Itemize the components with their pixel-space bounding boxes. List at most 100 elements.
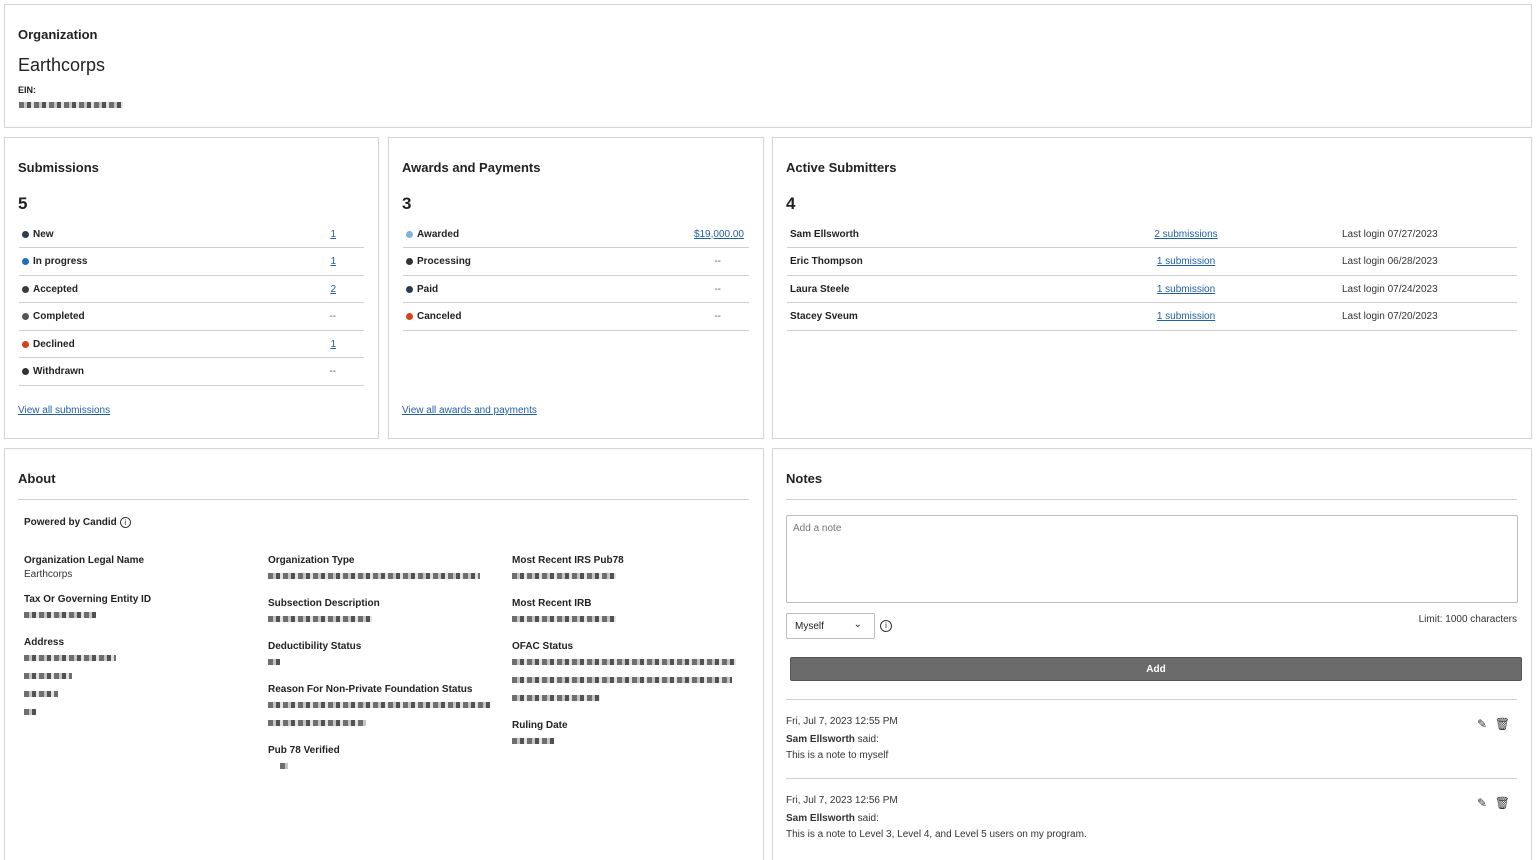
address-line-4-redacted [24,709,36,715]
award-status-label: Canceled [417,311,462,322]
status-dot-icon [22,258,29,265]
submissions-title: Submissions [18,160,99,175]
award-status-row: Processing -- [403,249,749,276]
award-amount: -- [714,256,721,267]
character-limit: Limit: 1000 characters [1418,614,1517,625]
irb-label: Most Recent IRB [512,598,592,609]
org-type-redacted [268,573,480,579]
organization-heading: Organization [18,27,98,42]
deductibility-redacted [268,659,280,665]
submitter-row: Stacey Sveum 1 submission Last login 07/20… [787,304,1517,331]
status-dot-icon [406,258,413,265]
edit-icon[interactable]: ✎ [1477,796,1487,810]
view-all-awards-link[interactable]: View all awards and payments [402,405,537,416]
info-icon[interactable]: i [119,517,131,528]
status-count[interactable]: 1 [330,339,336,350]
note-item: Fri, Jul 7, 2023 12:56 PM Sam Ellsworth s… [786,778,1517,857]
note-author-line: Sam Ellsworth said: [786,734,879,745]
add-note-textarea[interactable] [786,515,1518,603]
status-dot-icon [406,230,413,238]
status-label: Completed [33,311,85,322]
reason-line-1-redacted [268,702,490,708]
award-amount: -- [714,311,721,322]
irs-pub78-label: Most Recent IRS Pub78 [512,555,624,566]
trash-icon[interactable]: 🗑 [1495,796,1510,810]
award-status-label: Paid [417,283,439,295]
status-label: Accepted [33,283,79,295]
pub78-verified-label: Pub 78 Verified [268,745,340,756]
status-label: In progress [33,256,88,267]
submitter-name: Eric Thompson [790,256,863,267]
address-line-2-redacted [24,673,72,679]
about-col-3: Most Recent IRS Pub78 Most Recent IRB OF… [512,555,747,749]
about-divider [18,499,749,500]
award-amount[interactable]: $19,000.00 [694,229,744,240]
view-all-submissions-link[interactable]: View all submissions [18,405,110,416]
status-count[interactable]: 1 [330,256,336,267]
status-count[interactable]: 1 [330,229,336,240]
submission-status-row: In progress 1 [19,249,364,276]
add-note-button[interactable]: Add [790,657,1522,681]
submitter-row: Eric Thompson 1 submission Last login 06/2… [787,249,1517,276]
status-dot-icon [406,313,413,320]
submitter-name: Sam Ellsworth [790,228,859,240]
award-status-row: Paid -- [403,276,749,303]
pub78-verified-redacted [280,763,288,769]
address-label: Address [24,637,65,648]
subsection-redacted [268,616,372,622]
active-submitters-card: Active Submitters 4 Sam Ellsworth 2 submi… [772,137,1532,439]
powered-by-label: Powered by Candid [24,517,117,528]
org-type-label: Organization Type [268,555,355,566]
organization-name: Earthcorps [18,55,106,75]
reason-line-2-redacted [268,720,366,726]
note-date: Fri, Jul 7, 2023 12:55 PM [786,716,898,727]
note-said: said: [854,813,879,824]
status-dot-icon [22,285,29,293]
award-amount: -- [714,283,721,295]
submitter-submissions-link[interactable]: 1 submission [1153,284,1219,295]
chevron-down-icon: ⌄ [853,619,862,630]
notes-card: Notes Myself ⌄ i Limit: 1000 characters … [772,448,1532,860]
ruling-date-redacted [512,738,554,744]
info-icon[interactable]: i [880,620,892,632]
submitter-last-login: Last login 07/24/2023 [1342,283,1438,295]
submitter-last-login: Last login 07/20/2023 [1342,311,1438,322]
note-text: This is a note to Level 3, Level 4, and … [786,829,1087,840]
address-line-1-redacted [24,655,116,661]
about-col-1: Organization Legal Name Earthcorps Tax O… [24,555,254,720]
submitter-name: Laura Steele [790,283,850,295]
status-count: -- [329,311,336,322]
note-date: Fri, Jul 7, 2023 12:56 PM [786,795,898,806]
submitter-last-login: Last login 07/27/2023 [1342,228,1438,240]
submitter-submissions-link[interactable]: 1 submission [1153,311,1219,322]
submission-status-row: Completed -- [19,304,364,331]
legal-name-value: Earthcorps [24,569,73,580]
status-count[interactable]: 2 [330,284,336,295]
ofac-label: OFAC Status [512,641,574,652]
edit-icon[interactable]: ✎ [1477,717,1487,731]
note-said: said: [854,734,879,745]
irb-redacted [512,616,616,622]
submitter-row: Sam Ellsworth 2 submissions Last login 07/… [787,221,1517,248]
ein-label: EIN: [18,85,36,95]
status-dot-icon [22,368,29,375]
submission-status-row: Declined 1 [19,331,364,358]
reason-label: Reason For Non-Private Foundation Status [268,684,473,695]
notes-title: Notes [786,471,823,486]
submission-status-row: Withdrawn -- [19,359,364,386]
status-dot-icon [22,230,29,238]
awards-title: Awards and Payments [402,160,541,175]
subsection-label: Subsection Description [268,598,380,609]
about-title: About [18,471,56,486]
ruling-date-label: Ruling Date [512,720,568,731]
awards-card: Awards and Payments 3 Awarded $19,000.00 P… [388,137,764,439]
trash-icon[interactable]: 🗑 [1495,717,1510,731]
status-label: New [33,228,54,240]
ofac-line-1-redacted [512,659,736,665]
notes-divider [786,499,1517,500]
visibility-select[interactable]: Myself ⌄ [786,613,875,639]
submitter-submissions-link[interactable]: 1 submission [1153,256,1219,267]
note-item: Fri, Jul 7, 2023 12:55 PM Sam Ellsworth s… [786,699,1517,778]
submitter-submissions-link[interactable]: 2 submissions [1153,229,1219,240]
status-dot-icon [22,340,29,348]
